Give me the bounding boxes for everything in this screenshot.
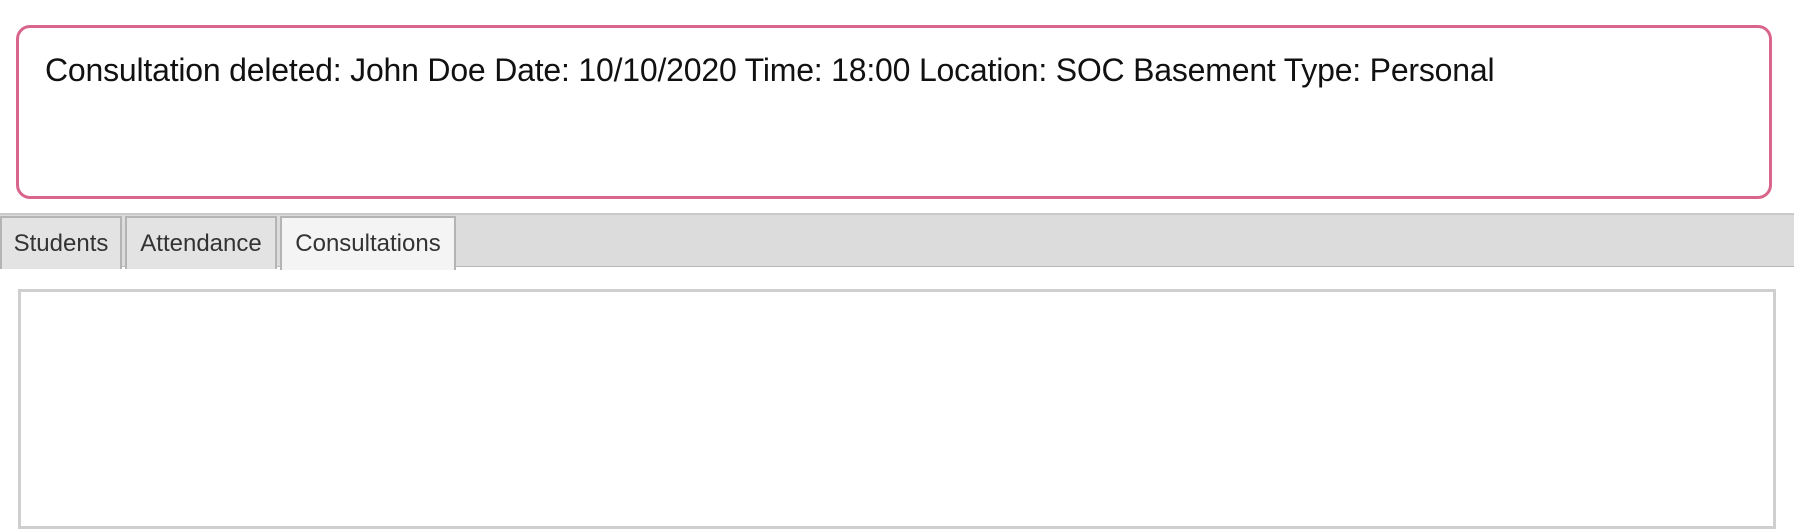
consultations-list-panel[interactable] <box>18 289 1776 529</box>
result-display-box: Consultation deleted: John Doe Date: 10/… <box>16 25 1772 199</box>
result-message: Consultation deleted: John Doe Date: 10/… <box>45 52 1495 88</box>
tab-bar: Students Attendance Consultations <box>0 213 1794 270</box>
tab-students-label: Students <box>13 229 109 257</box>
tab-attendance[interactable]: Attendance <box>125 216 277 269</box>
tab-attendance-label: Attendance <box>140 229 262 257</box>
tab-students[interactable]: Students <box>0 216 122 269</box>
tab-consultations[interactable]: Consultations <box>280 216 456 270</box>
tab-consultations-label: Consultations <box>295 230 441 257</box>
